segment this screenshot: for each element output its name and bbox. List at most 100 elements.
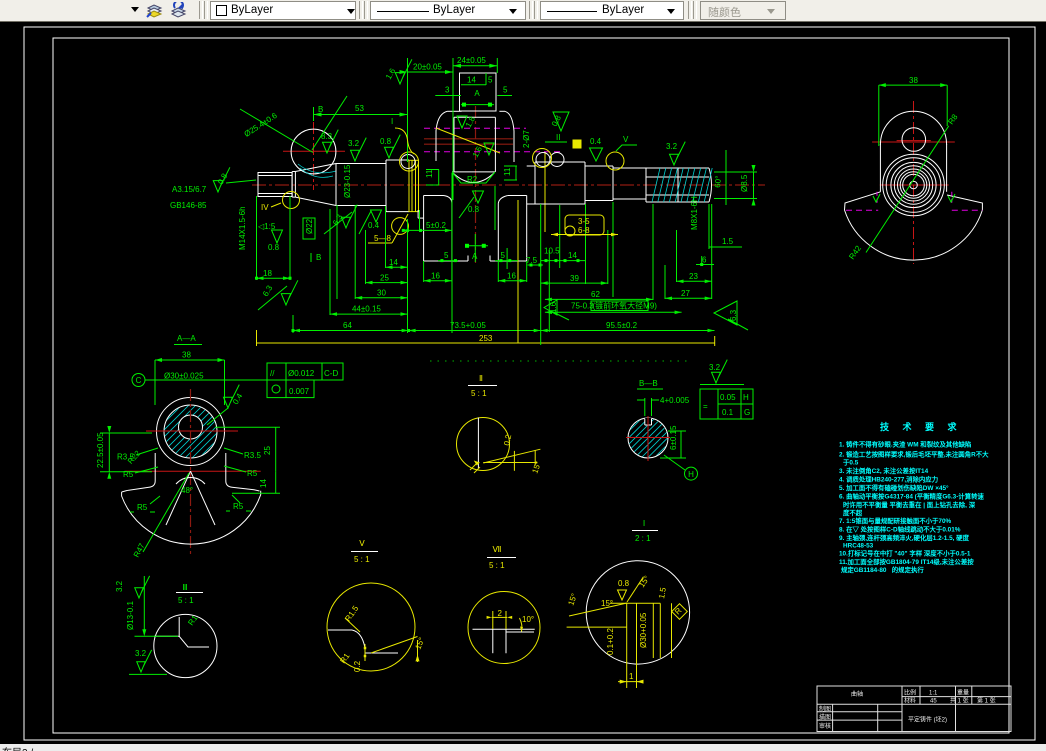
svg-text:3.2: 3.2 — [348, 139, 360, 148]
svg-text:20±0.05: 20±0.05 — [413, 63, 442, 72]
svg-text:25: 25 — [380, 274, 389, 283]
svg-text:22.5±0.05: 22.5±0.05 — [96, 432, 105, 468]
svg-text:Ⅲ: Ⅲ — [182, 583, 188, 592]
svg-text:R3.5: R3.5 — [244, 451, 261, 460]
svg-text:1.6: 1.6 — [384, 66, 398, 81]
svg-text:0.4: 0.4 — [368, 221, 380, 230]
svg-text:3.2: 3.2 — [666, 142, 678, 151]
svg-text:2 : 1: 2 : 1 — [635, 534, 651, 543]
svg-text:5±0.2: 5±0.2 — [426, 221, 447, 230]
svg-text:C: C — [136, 376, 142, 385]
svg-text:5 : 1: 5 : 1 — [489, 561, 505, 570]
svg-text:5 : 1: 5 : 1 — [178, 596, 194, 605]
svg-text://: // — [270, 369, 275, 378]
svg-text:10.打标记号在中打 "40" 字样 深度不小于0.5-1: 10.打标记号在中打 "40" 字样 深度不小于0.5-1 — [839, 549, 971, 558]
svg-text:4. 调质处理HB240-277,消除内应力: 4. 调质处理HB240-277,消除内应力 — [839, 475, 938, 484]
svg-text:描图: 描图 — [819, 713, 831, 721]
svg-text:B: B — [316, 253, 321, 262]
svg-text:M14X1.5-6h: M14X1.5-6h — [238, 206, 247, 250]
svg-text:15°: 15° — [601, 599, 613, 608]
svg-text:0.1: 0.1 — [722, 408, 734, 417]
svg-text:45: 45 — [930, 699, 937, 705]
svg-text:A—A: A—A — [177, 334, 196, 343]
svg-text:GB146-85: GB146-85 — [170, 201, 207, 210]
svg-text:11: 11 — [503, 167, 512, 176]
svg-text:Ø23-0.15: Ø23-0.15 — [343, 164, 352, 198]
svg-text:24±0.05: 24±0.05 — [457, 56, 486, 65]
svg-text:14: 14 — [259, 479, 268, 488]
svg-text:6.3: 6.3 — [261, 283, 275, 298]
svg-text:95.5±0.2: 95.5±0.2 — [606, 321, 638, 330]
svg-text:0.05: 0.05 — [720, 393, 736, 402]
svg-text:Ø30±0.025: Ø30±0.025 — [164, 372, 204, 381]
svg-text:1:1: 1:1 — [929, 691, 938, 697]
svg-text:技 术 要 求: 技 术 要 求 — [880, 421, 962, 432]
svg-text:II: II — [556, 133, 560, 142]
svg-text:6±0.15: 6±0.15 — [669, 425, 678, 450]
svg-text:Ø22: Ø22 — [305, 218, 314, 234]
svg-text:Ø13-0.1: Ø13-0.1 — [126, 601, 135, 630]
svg-text:0.8: 0.8 — [216, 171, 230, 186]
svg-text:5 : 1: 5 : 1 — [354, 555, 370, 564]
svg-text:3: 3 — [445, 86, 450, 95]
svg-text:0.8: 0.8 — [468, 205, 480, 214]
svg-text:1: 1 — [629, 672, 634, 681]
svg-text:规定GB1184-80 的规定执行: 规定GB1184-80 的规定执行 — [841, 565, 924, 574]
svg-text:11.加工面全部按GB1804-79 IT14级,未注公差按: 11.加工面全部按GB1804-79 IT14级,未注公差按 — [839, 557, 974, 566]
svg-text:Ø25.4±0.6: Ø25.4±0.6 — [243, 111, 280, 139]
svg-text:1.5: 1.5 — [722, 237, 734, 246]
svg-text:5: 5 — [488, 76, 493, 85]
svg-text:0.8: 0.8 — [268, 243, 280, 252]
svg-text:比例: 比例 — [904, 689, 916, 697]
svg-text:38: 38 — [182, 351, 191, 360]
svg-text:0.4: 0.4 — [590, 137, 602, 146]
svg-text:7. 1:5锥面与量规配研接触面不小于70%: 7. 1:5锥面与量规配研接触面不小于70% — [839, 516, 952, 525]
svg-text:R5: R5 — [123, 470, 134, 479]
svg-text:253: 253 — [479, 334, 493, 343]
svg-text:60°: 60° — [713, 175, 723, 188]
svg-text:53: 53 — [355, 104, 364, 113]
svg-text:Ø8.5: Ø8.5 — [740, 174, 749, 192]
svg-text:R8: R8 — [946, 112, 960, 126]
svg-text:于0.5: 于0.5 — [843, 459, 859, 467]
svg-text:R5: R5 — [247, 469, 258, 478]
svg-text:64: 64 — [343, 321, 352, 330]
svg-text:C-D: C-D — [324, 369, 338, 378]
svg-text:0.2: 0.2 — [353, 660, 362, 672]
svg-text:Ø0.012: Ø0.012 — [288, 369, 315, 378]
svg-text:第 1 张: 第 1 张 — [977, 697, 996, 705]
svg-text:3.2: 3.2 — [709, 363, 721, 372]
svg-text:3. 未注倒角C2, 未注公差按IT14: 3. 未注倒角C2, 未注公差按IT14 — [839, 466, 929, 475]
svg-text:0.2: 0.2 — [502, 433, 513, 446]
svg-text:0.8: 0.8 — [618, 579, 630, 588]
svg-text:材料: 材料 — [904, 697, 916, 705]
svg-text:2: 2 — [498, 609, 503, 618]
svg-text:Ⅶ: Ⅶ — [493, 545, 502, 554]
svg-text:1.5: 1.5 — [657, 586, 668, 599]
svg-text:11: 11 — [425, 169, 434, 178]
svg-text:A3.15/6.7: A3.15/6.7 — [172, 185, 207, 194]
svg-text:3.2: 3.2 — [115, 580, 124, 592]
svg-text:1. 铸件不得有砂眼.夹渣 WM 和裂纹及其他缺陷: 1. 铸件不得有砂眼.夹渣 WM 和裂纹及其他缺陷 — [839, 440, 971, 449]
svg-text:48°: 48° — [181, 486, 193, 495]
svg-text:14: 14 — [568, 251, 577, 260]
svg-text:27: 27 — [681, 289, 690, 298]
svg-text:R1: R1 — [338, 651, 352, 665]
svg-text:H: H — [743, 393, 749, 402]
svg-text:=: = — [703, 402, 708, 411]
svg-text:5. 加工面不得有磕碰划伤缺陷DW ×45°: 5. 加工面不得有磕碰划伤缺陷DW ×45° — [839, 483, 949, 492]
svg-text:平定铸件 (坯2): 平定铸件 (坯2) — [908, 716, 947, 724]
svg-text:5: 5 — [444, 251, 449, 260]
svg-text:度不超: 度不超 — [843, 508, 863, 517]
svg-text:R22: R22 — [126, 448, 143, 465]
svg-text:Ⅱ: Ⅱ — [479, 374, 483, 383]
svg-text:0.8: 0.8 — [380, 137, 392, 146]
svg-text:14: 14 — [467, 76, 476, 85]
svg-text:曲轴: 曲轴 — [851, 690, 863, 698]
svg-text:6. 曲轴动平衡按G4317-84 (平衡精度G6.3-计算: 6. 曲轴动平衡按G4317-84 (平衡精度G6.3-计算转速 — [839, 492, 984, 501]
svg-text:I: I — [391, 117, 393, 126]
svg-text:5 : 1: 5 : 1 — [471, 389, 487, 398]
svg-text:HRC48-53: HRC48-53 — [843, 543, 874, 550]
svg-text:73.5+0.05: 73.5+0.05 — [450, 321, 486, 330]
svg-text:V: V — [623, 135, 629, 144]
